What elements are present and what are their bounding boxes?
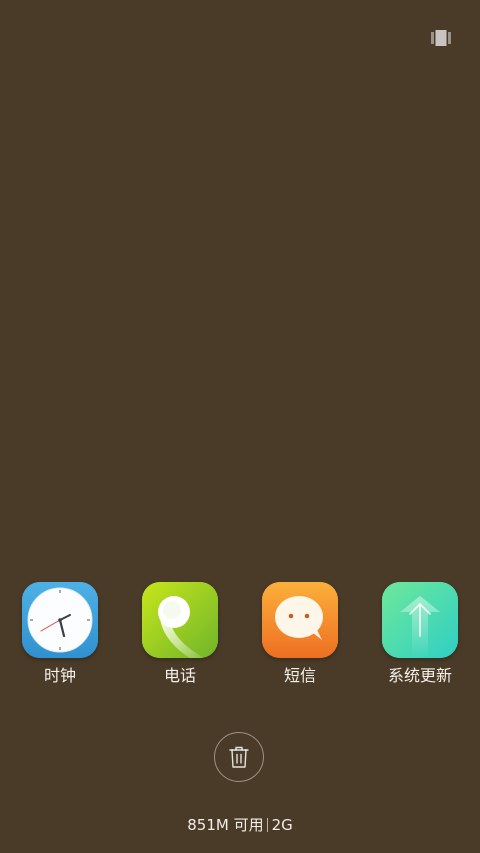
- app-label-clock: 时钟: [43, 666, 76, 685]
- recent-app-system-update[interactable]: 系统更新: [365, 582, 475, 686]
- message-icon: [262, 582, 338, 658]
- app-label-phone: 电话: [163, 666, 196, 685]
- recent-app-messages[interactable]: 短信: [245, 582, 355, 686]
- recent-apps-row: 时钟 电话 短信 系统更新: [0, 582, 480, 692]
- memory-separator: [266, 818, 268, 832]
- memory-info: 851M 可用 2G: [0, 815, 480, 835]
- multiwindow-toggle[interactable]: [430, 29, 452, 47]
- app-label-system-update: 系统更新: [387, 666, 452, 685]
- clock-icon: [22, 582, 98, 658]
- memory-total: 2G: [271, 816, 293, 834]
- clear-all-button[interactable]: [214, 732, 264, 782]
- recent-app-clock[interactable]: 时钟: [5, 582, 115, 686]
- app-label-messages: 短信: [283, 666, 316, 685]
- trash-icon: [229, 746, 249, 768]
- system-update-icon: [382, 582, 458, 658]
- recent-app-phone[interactable]: 电话: [125, 582, 235, 686]
- multiwindow-icon: [431, 30, 451, 46]
- phone-icon: [142, 582, 218, 658]
- memory-available: 851M 可用: [187, 816, 264, 834]
